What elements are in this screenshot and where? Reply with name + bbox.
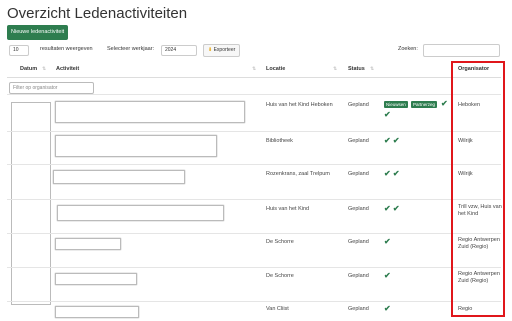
organisator-filter-input[interactable]: Filter op organisator bbox=[9, 82, 94, 94]
sort-icon[interactable]: ⇅ bbox=[42, 66, 46, 72]
activity-redacted bbox=[55, 306, 139, 318]
row-location: Van Cliist bbox=[266, 306, 289, 312]
sort-icon[interactable]: ⇅ bbox=[370, 66, 374, 72]
row-status: Gepland bbox=[348, 239, 369, 245]
export-button[interactable]: ⬇ Exporteer bbox=[203, 44, 241, 57]
activity-redacted bbox=[57, 205, 224, 221]
row-location: Huis van het Kind bbox=[266, 206, 310, 212]
check-icon: ✔ bbox=[384, 271, 391, 280]
row-location: De Schorre bbox=[266, 273, 294, 279]
search-input[interactable] bbox=[423, 44, 500, 57]
row-status: Gepland bbox=[348, 206, 369, 212]
header-status[interactable]: Status bbox=[348, 66, 365, 72]
header-activiteit[interactable]: Activiteit bbox=[56, 66, 79, 72]
check-icon: ✔ ✔ bbox=[384, 136, 400, 145]
activity-redacted bbox=[55, 238, 121, 250]
status-badge: Partnerzeg bbox=[411, 101, 438, 108]
new-activity-button[interactable]: Nieuwe ledenactiviteit bbox=[7, 25, 69, 40]
check-icon: ✔ ✔ bbox=[384, 169, 400, 178]
row-location: Huis van het Kind Heboken bbox=[266, 102, 333, 108]
row-status: Gepland bbox=[348, 306, 369, 312]
check-icon: ✔ bbox=[384, 237, 391, 246]
page-length-label: resultaten weergeven bbox=[40, 46, 93, 52]
check-icon: ✔ bbox=[384, 110, 391, 119]
sort-icon[interactable]: ⇅ bbox=[252, 66, 256, 72]
check-icon: ✔ ✔ bbox=[384, 204, 400, 213]
table-row[interactable]: Bibliotheek Gepland ✔ ✔ Wilrijk bbox=[7, 131, 501, 165]
table-row[interactable]: Rozenkrans, zaal Trelpum Gepland ✔ ✔ Wil… bbox=[7, 164, 501, 200]
row-status: Gepland bbox=[348, 102, 369, 108]
page-length-select[interactable]: 10 bbox=[9, 45, 29, 56]
sort-icon[interactable]: ⇅ bbox=[333, 66, 337, 72]
table-row[interactable]: Huis van het Kind Heboken Gepland Nieuws… bbox=[7, 94, 501, 132]
row-location: Rozenkrans, zaal Trelpum bbox=[266, 171, 330, 177]
activity-redacted bbox=[55, 273, 137, 285]
check-icon: ✔ bbox=[441, 99, 448, 108]
search-label: Zoeken: bbox=[398, 46, 418, 52]
table-row[interactable]: Van Cliist Gepland ✔ Regio bbox=[7, 301, 501, 321]
activity-redacted bbox=[53, 170, 185, 184]
row-location: Bibliotheek bbox=[266, 138, 293, 144]
header-datum[interactable]: Datum bbox=[20, 66, 37, 72]
row-location: De Schorre bbox=[266, 239, 294, 245]
header-locatie[interactable]: Locatie bbox=[266, 66, 285, 72]
export-label: Exporteer bbox=[213, 47, 236, 53]
row-status: Gepland bbox=[348, 138, 369, 144]
table-row[interactable]: Huis van het Kind Gepland ✔ ✔ Trill vzw,… bbox=[7, 199, 502, 234]
activity-redacted bbox=[55, 101, 245, 123]
row-status: Gepland bbox=[348, 171, 369, 177]
table-header: Datum ⇅ Activiteit ⇅ Locatie ⇅ Status ⇅ … bbox=[7, 63, 501, 78]
activity-redacted bbox=[55, 135, 217, 157]
year-select[interactable]: 2024 bbox=[161, 45, 197, 56]
table-row[interactable]: De Schorre Gepland ✔ Regio Antwerpen Zui… bbox=[7, 233, 501, 268]
check-icon: ✔ bbox=[384, 304, 391, 313]
row-status: Gepland bbox=[348, 273, 369, 279]
year-label: Selecteer werkjaar: bbox=[107, 46, 155, 52]
page-title: Overzicht Ledenactiviteiten bbox=[7, 5, 188, 22]
table-row[interactable]: De Schorre Gepland ✔ Regio Antwerpen Zui… bbox=[7, 267, 501, 302]
status-badge: Nieuwsen bbox=[384, 101, 408, 108]
organisator-column-highlight bbox=[451, 61, 505, 317]
